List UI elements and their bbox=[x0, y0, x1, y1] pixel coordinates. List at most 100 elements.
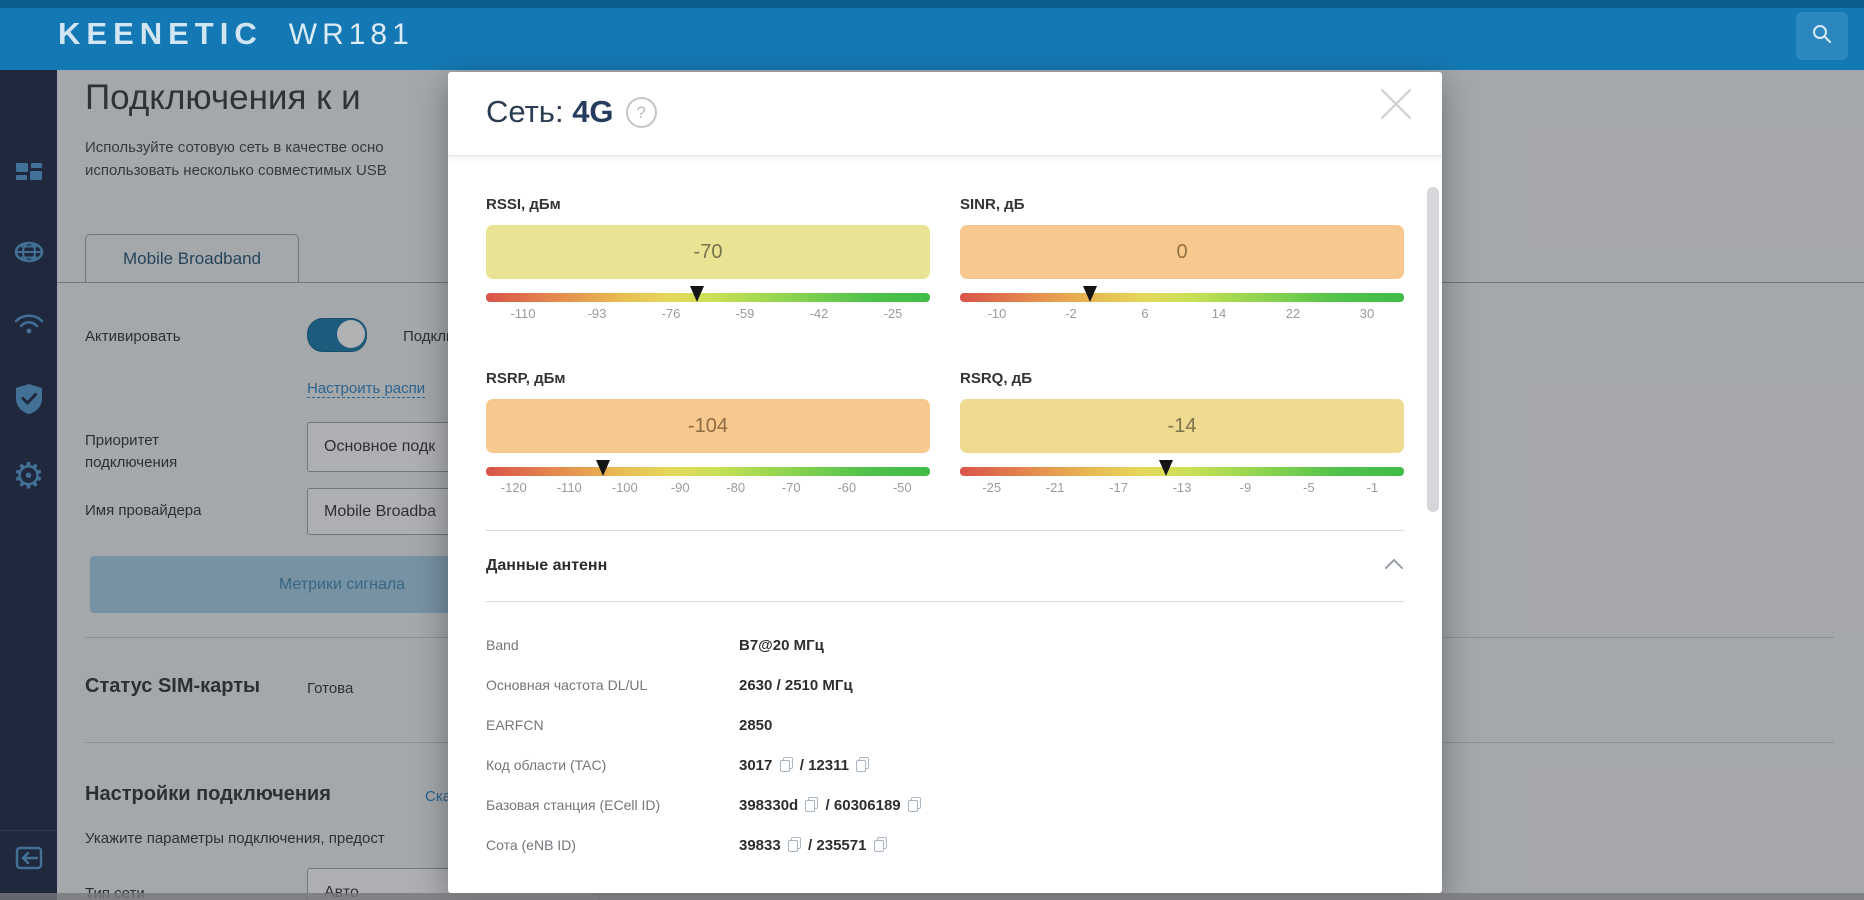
antenna-row: Базовая станция (ECell ID) 398330d / 6030… bbox=[486, 796, 1404, 815]
gauge-ticks-sinr: -10 -2 6 14 22 30 bbox=[960, 306, 1404, 326]
copy-icon[interactable] bbox=[907, 797, 921, 812]
gauge-tick: 22 bbox=[1285, 306, 1301, 321]
antenna-value-text: B7@20 МГц bbox=[739, 637, 824, 654]
search-button[interactable] bbox=[1796, 12, 1848, 60]
gauge-tick: -25 bbox=[883, 306, 903, 321]
gauge-tick: -100 bbox=[611, 480, 638, 495]
chevron-up-icon[interactable] bbox=[1384, 557, 1404, 575]
antenna-row: Основная частота DL/UL 2630 / 2510 МГц bbox=[486, 676, 1404, 695]
copy-icon[interactable] bbox=[779, 757, 793, 772]
antenna-row-value: 2630 / 2510 МГц bbox=[739, 676, 853, 695]
network-4g-modal: Сеть: 4G? RSSI, дБм -70 -110 -93 -76 -59 -42 -2… bbox=[448, 72, 1442, 893]
copy-icon[interactable] bbox=[805, 797, 819, 812]
antenna-value-text: 12311 bbox=[808, 757, 849, 774]
gauge-tick: -9 bbox=[1239, 480, 1252, 495]
gauge-tick: -5 bbox=[1303, 480, 1315, 495]
signal-gauges: RSSI, дБм -70 -110 -93 -76 -59 -42 -25 SINR, дБ 0… bbox=[448, 156, 1442, 500]
antenna-value-text: 2850 bbox=[739, 717, 773, 734]
copy-icon[interactable] bbox=[873, 837, 887, 852]
antenna-value-text: 398330d bbox=[739, 797, 799, 814]
modal-scrollbar-thumb[interactable] bbox=[1427, 187, 1439, 512]
antenna-row-value: B7@20 МГц bbox=[739, 636, 824, 655]
antenna-row-label: Сота (eNB ID) bbox=[486, 837, 576, 853]
gauge-scale-rsrp bbox=[486, 460, 930, 476]
antenna-row-label: Базовая станция (ECell ID) bbox=[486, 797, 661, 813]
antenna-row: EARFCN 2850 bbox=[486, 716, 1404, 735]
antenna-value-text: 60306189 bbox=[833, 797, 901, 814]
brand-logo: KEENETIC WR181 bbox=[58, 16, 414, 52]
gauge-tick: -25 bbox=[982, 480, 1002, 495]
antenna-row: Код области (TAC) 3017 / 12311 bbox=[486, 756, 1404, 775]
search-icon bbox=[1811, 23, 1833, 50]
gauge-tick: -13 bbox=[1172, 480, 1192, 495]
gauge-ticks-rsrq: -25 -21 -17 -13 -9 -5 -1 bbox=[960, 480, 1404, 500]
gauge-tick: -2 bbox=[1065, 306, 1077, 321]
gauge-tick: -80 bbox=[726, 480, 746, 495]
antenna-row-label: Код области (TAC) bbox=[486, 757, 607, 773]
gauge-value-rssi: -70 bbox=[486, 225, 930, 279]
antenna-row-value: 39833 / 235571 bbox=[739, 836, 890, 855]
gauge-rsrp: RSRP, дБм -104 -120 -110 -100 -90 -80 -70 -60 -50 bbox=[486, 370, 930, 500]
gauge-value-rsrp: -104 bbox=[486, 399, 930, 453]
antenna-row-value: 398330d / 60306189 bbox=[739, 796, 924, 815]
close-button[interactable] bbox=[1376, 84, 1416, 124]
gauge-rssi: RSSI, дБм -70 -110 -93 -76 -59 -42 -25 bbox=[486, 196, 930, 326]
antenna-row: Сота (eNB ID) 39833 / 235571 bbox=[486, 836, 1404, 855]
modal-header: Сеть: 4G? bbox=[448, 72, 1442, 156]
gauge-label-sinr: SINR, дБ bbox=[960, 196, 1025, 213]
copy-icon[interactable] bbox=[787, 837, 801, 852]
app-window: KEENETIC WR181 ⚙ Подключения к и Использ… bbox=[0, 0, 1864, 900]
gauge-tick: -60 bbox=[837, 480, 857, 495]
antenna-row-label: EARFCN bbox=[486, 717, 544, 733]
value-separator: / bbox=[795, 757, 809, 774]
gauge-tick: -110 bbox=[510, 306, 536, 321]
antenna-row-label: Основная частота DL/UL bbox=[486, 677, 648, 693]
gauge-ticks-rsrp: -120 -110 -100 -90 -80 -70 -60 -50 bbox=[486, 480, 930, 500]
copy-icon[interactable] bbox=[856, 757, 870, 772]
gauge-value-rsrq: -14 bbox=[960, 399, 1404, 453]
gauge-tick: -59 bbox=[735, 306, 755, 321]
gauge-tick: -42 bbox=[809, 306, 829, 321]
gauge-tick: 14 bbox=[1211, 306, 1227, 321]
gauge-tick: 6 bbox=[1141, 306, 1149, 321]
antenna-row-value: 2850 bbox=[739, 716, 772, 735]
antenna-value-text: 39833 bbox=[739, 837, 781, 854]
antenna-value-text: 3017 bbox=[739, 757, 773, 774]
close-icon bbox=[1376, 88, 1416, 128]
antenna-section-header[interactable]: Данные антенн bbox=[486, 531, 1404, 602]
gauge-tick: -50 bbox=[892, 480, 912, 495]
gauge-tick: -93 bbox=[587, 306, 607, 321]
antenna-row-value: 3017 / 12311 bbox=[739, 756, 872, 775]
antenna-value-text: 2630 / 2510 МГц bbox=[739, 677, 853, 694]
gauge-value-sinr: 0 bbox=[960, 225, 1404, 279]
antenna-value-text: 235571 bbox=[816, 837, 867, 854]
gauge-label-rssi: RSSI, дБм bbox=[486, 196, 561, 213]
help-icon[interactable]: ? bbox=[625, 97, 657, 128]
gauge-tick: -120 bbox=[500, 480, 527, 495]
gauge-rsrq: RSRQ, дБ -14 -25 -21 -17 -13 -9 -5 -1 bbox=[960, 370, 1404, 500]
gauge-tick: -1 bbox=[1366, 480, 1379, 495]
gauge-tick: -21 bbox=[1045, 480, 1065, 495]
gauge-tick: -90 bbox=[670, 480, 690, 495]
modal-title: Сеть: 4G? bbox=[486, 94, 657, 130]
gauge-ticks-rssi: -110 -93 -76 -59 -42 -25 bbox=[486, 306, 930, 326]
gauge-label-rsrp: RSRP, дБм bbox=[486, 370, 566, 387]
gauge-tick: -76 bbox=[661, 306, 681, 321]
top-bar: KEENETIC WR181 bbox=[0, 0, 1864, 70]
modal-title-value: 4G bbox=[572, 94, 614, 129]
antenna-section-title: Данные антенн bbox=[486, 557, 608, 574]
gauge-scale-rssi bbox=[486, 286, 930, 302]
value-separator: / bbox=[803, 837, 817, 854]
brand-name: KEENETIC bbox=[58, 16, 263, 51]
modal-title-prefix: Сеть: bbox=[486, 94, 564, 129]
value-separator: / bbox=[821, 797, 834, 814]
gauge-tick: -17 bbox=[1109, 480, 1128, 495]
gauge-tick: -70 bbox=[781, 480, 801, 495]
antenna-row: Band B7@20 МГц bbox=[486, 636, 1404, 655]
antenna-data-table: Band B7@20 МГц Основная частота DL/UL 2630 … bbox=[448, 602, 1442, 855]
gauge-scale-rsrq bbox=[960, 460, 1404, 476]
gauge-tick: -110 bbox=[556, 480, 582, 495]
gauge-tick: -10 bbox=[987, 306, 1007, 321]
gauge-sinr: SINR, дБ 0 -10 -2 6 14 22 30 bbox=[960, 196, 1404, 326]
gauge-label-rsrq: RSRQ, дБ bbox=[960, 370, 1032, 387]
